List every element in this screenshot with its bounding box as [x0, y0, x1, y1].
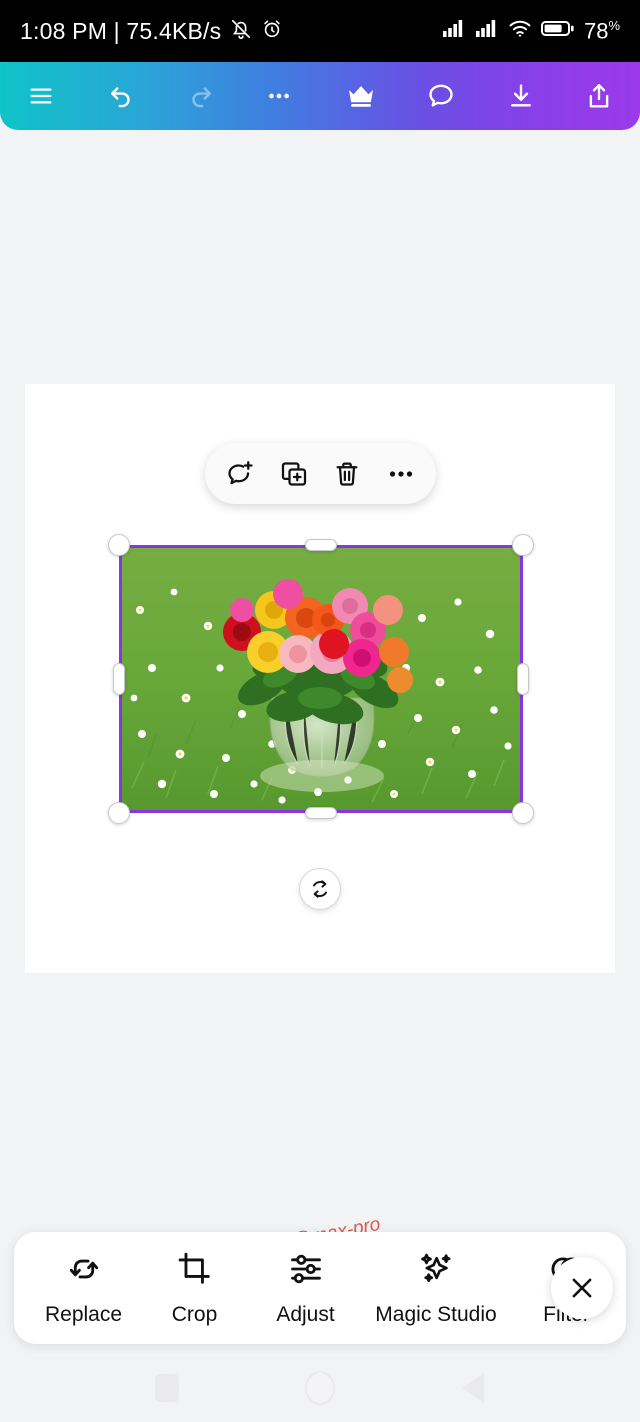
bottom-item-label: Crop — [171, 1302, 218, 1326]
top-toolbar — [0, 62, 640, 130]
wifi-icon — [508, 18, 532, 43]
resize-handle-bottom-right[interactable] — [512, 802, 534, 824]
alarm-icon — [261, 18, 283, 45]
resize-handle-top-right[interactable] — [512, 534, 534, 556]
signal-2-icon — [475, 18, 499, 43]
mute-icon — [230, 18, 252, 45]
add-comment-icon[interactable] — [217, 451, 263, 497]
crop-icon — [176, 1250, 214, 1293]
recents-icon — [154, 1374, 179, 1402]
back-icon — [462, 1373, 485, 1403]
menu-icon[interactable] — [12, 67, 70, 125]
rotate-icon[interactable] — [299, 868, 341, 910]
bottom-item-label: Adjust — [276, 1302, 335, 1326]
signal-icon — [442, 18, 466, 43]
download-icon[interactable] — [492, 67, 550, 125]
status-clock: 1:08 PM | 75.4KB/s — [20, 17, 222, 44]
bottom-item-adjust[interactable]: Adjust — [250, 1250, 361, 1327]
status-right: 78% — [442, 18, 620, 44]
replace-icon — [65, 1250, 103, 1293]
android-nav-bar — [0, 1354, 640, 1422]
bottom-item-label: Replace — [44, 1302, 123, 1326]
bottom-toolbar: Replace Crop Adjust Magic Studio — [14, 1232, 626, 1344]
app-root: 1:08 PM | 75.4KB/s 78% Replace Crop Adju… — [0, 0, 640, 1422]
more-icon[interactable] — [250, 67, 308, 125]
battery-percent: 78% — [583, 17, 620, 44]
bottom-item-replace[interactable]: Replace — [28, 1250, 139, 1327]
status-left: 1:08 PM | 75.4KB/s — [20, 18, 283, 45]
resize-handle-bottom[interactable] — [305, 807, 337, 819]
resize-handle-top[interactable] — [305, 539, 337, 551]
duplicate-icon[interactable] — [271, 451, 317, 497]
adjust-icon — [287, 1250, 325, 1293]
status-bar: 1:08 PM | 75.4KB/s 78% — [0, 0, 640, 62]
comment-icon[interactable] — [412, 67, 470, 125]
crown-icon[interactable] — [332, 67, 390, 125]
back-button[interactable] — [447, 1362, 499, 1414]
resize-handle-bottom-left[interactable] — [108, 802, 130, 824]
resize-handle-top-left[interactable] — [108, 534, 130, 556]
sparkles-icon — [417, 1250, 455, 1293]
home-icon — [304, 1371, 335, 1405]
more-options-icon[interactable] — [378, 451, 424, 497]
bottom-item-magic-studio[interactable]: Magic Studio — [361, 1250, 511, 1327]
bottom-item-crop[interactable]: Crop — [139, 1250, 250, 1327]
resize-handle-right[interactable] — [517, 663, 529, 695]
close-button[interactable] — [551, 1257, 613, 1319]
selected-image[interactable] — [108, 534, 534, 824]
share-icon[interactable] — [570, 67, 628, 125]
delete-icon[interactable] — [324, 451, 370, 497]
bottom-item-label: Magic Studio — [375, 1302, 497, 1326]
redo-icon[interactable] — [172, 67, 230, 125]
home-button[interactable] — [294, 1362, 346, 1414]
recents-button[interactable] — [141, 1362, 193, 1414]
element-context-toolbar — [205, 443, 436, 504]
battery-icon — [540, 18, 575, 43]
resize-handle-left[interactable] — [113, 663, 125, 695]
selection-border — [119, 545, 523, 813]
undo-icon[interactable] — [92, 67, 150, 125]
